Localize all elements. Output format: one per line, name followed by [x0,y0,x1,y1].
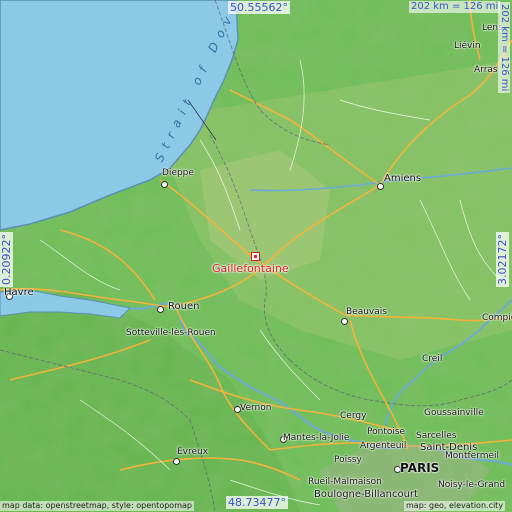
arras-label: Arras [474,65,498,75]
attribution-left: map data: openstreetmap, style: opentopo… [0,501,194,511]
compiegne-label: Compiè [482,313,512,323]
creil-label: Creil [422,354,443,364]
attribution-right: map: geo, elevation.city [404,501,506,511]
rouen-marker [157,306,164,313]
target-city-label[interactable]: Gaillefontaine [212,263,289,274]
coord-top: 50.55562° [228,1,290,14]
coord-bottom: 48.73477° [226,496,288,509]
mantes-label: Mantes-la-Jolie [283,433,350,443]
scale-vertical: 202 km = 126 mi [498,2,510,94]
rouen-label: Rouen [168,301,200,312]
sarcelles-label: Sarcelles [416,431,457,441]
coord-right: 3.02172° [496,232,509,287]
beauvais-label: Beauvais [346,307,387,317]
paris-label: PARIS [400,461,440,475]
poissy-label: Poissy [334,455,362,465]
dieppe-label: Dieppe [162,168,194,178]
evreux-label: Évreux [177,447,209,457]
cergy-label: Cergy [340,411,367,421]
pontoise-label: Pontoise [367,427,406,437]
amiens-label: Amiens [384,173,422,184]
evreux-marker [173,458,180,465]
amiens-marker [377,183,384,190]
coord-left: 0.20922° [0,232,13,287]
target-city-marker[interactable] [251,252,260,261]
topographic-map[interactable]: Strait of Dover Dieppe Amiens Liévin Arr… [0,0,512,512]
argenteuil-label: Argenteuil [360,441,407,451]
montfermeil-label: Montfermeil [445,451,500,461]
lehavre-label: Havre [4,287,34,298]
lievin-label: Liévin [454,41,481,51]
dieppe-marker [161,181,168,188]
scale-horizontal: 202 km = 126 mi [409,1,501,13]
vernon-label: Vernon [240,403,272,413]
boulogne-label: Boulogne-Billancourt [314,489,418,500]
sotteville-label: Sotteville-lès-Rouen [126,328,216,338]
beauvais-marker [341,318,348,325]
rueil-label: Rueil-Malmaison [308,477,382,487]
goussainville-label: Goussainville [424,408,484,418]
noisy-label: Noisy-le-Grand [438,480,506,490]
